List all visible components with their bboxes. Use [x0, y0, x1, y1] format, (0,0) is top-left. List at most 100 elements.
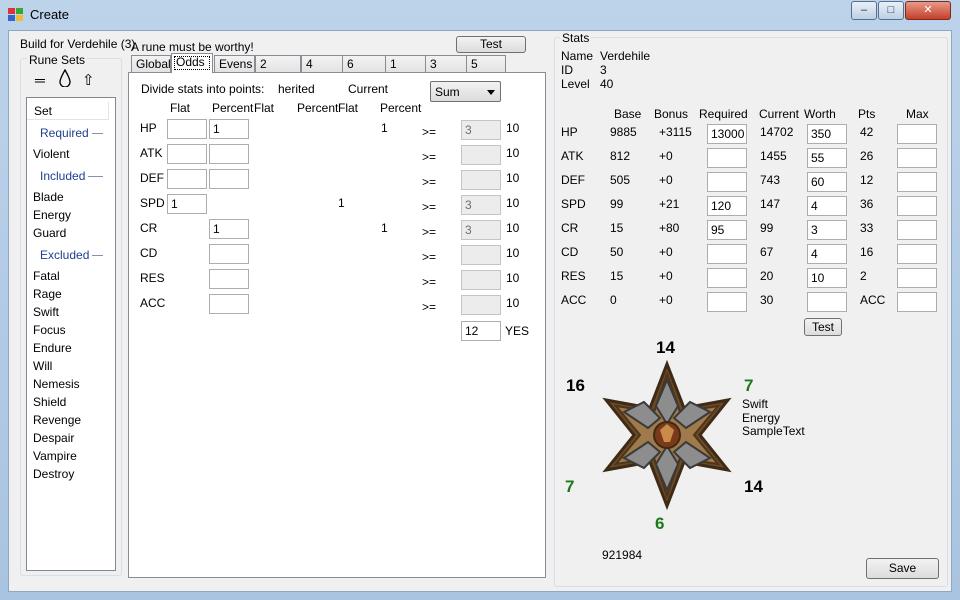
required-field-hp[interactable]: 13000: [707, 124, 747, 144]
stats-test-button[interactable]: Test: [804, 318, 842, 336]
level-value: 40: [600, 77, 614, 91]
percent-field-cd[interactable]: [209, 244, 249, 264]
list-item-rage[interactable]: Rage: [33, 287, 62, 301]
base-cr: 15: [610, 221, 624, 235]
list-item-violent[interactable]: Violent: [33, 147, 69, 161]
stats-label-hp: HP: [561, 125, 578, 139]
col-header-0: Flat: [170, 101, 191, 115]
max-field-spd[interactable]: [897, 196, 937, 216]
stat-label-hp: HP: [140, 121, 157, 135]
tab-1[interactable]: 1: [385, 55, 429, 72]
pts-def: 12: [860, 173, 874, 187]
stats-label-acc: ACC: [561, 293, 587, 307]
list-header[interactable]: Set: [27, 102, 109, 120]
list-item-shield[interactable]: Shield: [33, 395, 66, 409]
worth-field-spd[interactable]: 4: [807, 196, 847, 216]
tab-5[interactable]: 5: [466, 55, 506, 72]
list-item-despair[interactable]: Despair: [33, 431, 74, 445]
flat-field-hp[interactable]: [167, 119, 207, 139]
worth-field-res[interactable]: 10: [807, 268, 847, 288]
percent-field-atk[interactable]: [209, 144, 249, 164]
required-field-acc[interactable]: [707, 292, 747, 312]
percent-field-hp[interactable]: 1: [209, 119, 249, 139]
up-arrow-icon[interactable]: ⇧: [82, 71, 95, 89]
op-cr: >=: [422, 225, 437, 239]
max-field-acc[interactable]: [897, 292, 937, 312]
stat-label-acc: ACC: [140, 296, 166, 310]
required-field-cr[interactable]: 95: [707, 220, 747, 240]
percent-field-acc[interactable]: [209, 294, 249, 314]
maximize-button[interactable]: □: [878, 1, 904, 20]
list-item-revenge[interactable]: Revenge: [33, 413, 81, 427]
list-item-blade[interactable]: Blade: [33, 190, 64, 204]
rune-sets-list[interactable]: Set Required Violent Included Blade Energy Gu…: [26, 97, 116, 571]
equals-icon[interactable]: ═: [35, 72, 45, 88]
tab-evens[interactable]: Evens: [214, 55, 255, 72]
op-def: >=: [422, 175, 437, 189]
required-field-spd[interactable]: 120: [707, 196, 747, 216]
pts-res: 2: [860, 269, 867, 283]
current-def: 743: [760, 173, 781, 187]
min-field-res: [461, 270, 501, 290]
op-acc: >=: [422, 300, 437, 314]
flat-field-def[interactable]: [167, 169, 207, 189]
max-field-res[interactable]: [897, 268, 937, 288]
min-field-def: [461, 170, 501, 190]
percent-field-def[interactable]: [209, 169, 249, 189]
stat-label-cd: CD: [140, 246, 158, 260]
max-field-hp[interactable]: [897, 124, 937, 144]
rune-slot-bottom: 6: [655, 514, 665, 533]
tab-2[interactable]: 2: [255, 55, 301, 72]
total-field[interactable]: 12: [461, 321, 501, 341]
list-item-nemesis[interactable]: Nemesis: [33, 377, 80, 391]
worth-field-cd[interactable]: 4: [807, 244, 847, 264]
list-item-vampire[interactable]: Vampire: [33, 449, 77, 463]
flat-field-atk[interactable]: [167, 144, 207, 164]
test-button-top[interactable]: Test: [456, 36, 526, 53]
tab-3[interactable]: 3: [425, 55, 469, 72]
worth-field-def[interactable]: 60: [807, 172, 847, 192]
required-field-atk[interactable]: [707, 148, 747, 168]
worth-field-atk[interactable]: 55: [807, 148, 847, 168]
percent-field-cr[interactable]: 1: [209, 219, 249, 239]
id-value: 3: [600, 63, 607, 77]
drop-icon[interactable]: [58, 68, 72, 90]
tab-odds[interactable]: Odds: [171, 53, 213, 73]
save-button[interactable]: Save: [866, 558, 939, 579]
list-item-destroy[interactable]: Destroy: [33, 467, 74, 481]
worth-field-cr[interactable]: 3: [807, 220, 847, 240]
max-value-cr: 10: [506, 221, 520, 235]
max-value-spd: 10: [506, 196, 520, 210]
minimize-button[interactable]: –: [851, 1, 877, 20]
flat-field-spd[interactable]: 1: [167, 194, 207, 214]
max-field-cr[interactable]: [897, 220, 937, 240]
list-item-endure[interactable]: Endure: [33, 341, 72, 355]
tab-4[interactable]: 4: [301, 55, 347, 72]
worth-field-acc[interactable]: [807, 292, 847, 312]
list-item-focus[interactable]: Focus: [33, 323, 66, 337]
list-item-energy[interactable]: Energy: [33, 208, 71, 222]
required-field-cd[interactable]: [707, 244, 747, 264]
op-res: >=: [422, 275, 437, 289]
required-field-res[interactable]: [707, 268, 747, 288]
max-field-atk[interactable]: [897, 148, 937, 168]
tab-6[interactable]: 6: [342, 55, 388, 72]
percent-field-res[interactable]: [209, 269, 249, 289]
max-field-def[interactable]: [897, 172, 937, 192]
list-item-fatal[interactable]: Fatal: [33, 269, 60, 283]
required-field-def[interactable]: [707, 172, 747, 192]
required-header: Required: [40, 126, 89, 140]
max-field-cd[interactable]: [897, 244, 937, 264]
list-item-guard[interactable]: Guard: [33, 226, 66, 240]
stats-label-res: RES: [561, 269, 586, 283]
rune-info-1: Swift: [742, 397, 769, 411]
tab-global[interactable]: Global: [131, 55, 171, 72]
worth-field-hp[interactable]: 350: [807, 124, 847, 144]
min-field-atk: [461, 145, 501, 165]
list-item-will[interactable]: Will: [33, 359, 52, 373]
list-item-swift[interactable]: Swift: [33, 305, 59, 319]
close-button[interactable]: ✕: [905, 1, 951, 20]
sum-combo[interactable]: Sum: [430, 81, 501, 102]
current-label: Current: [348, 82, 389, 96]
divide-label: Divide stats into points:: [141, 82, 265, 96]
